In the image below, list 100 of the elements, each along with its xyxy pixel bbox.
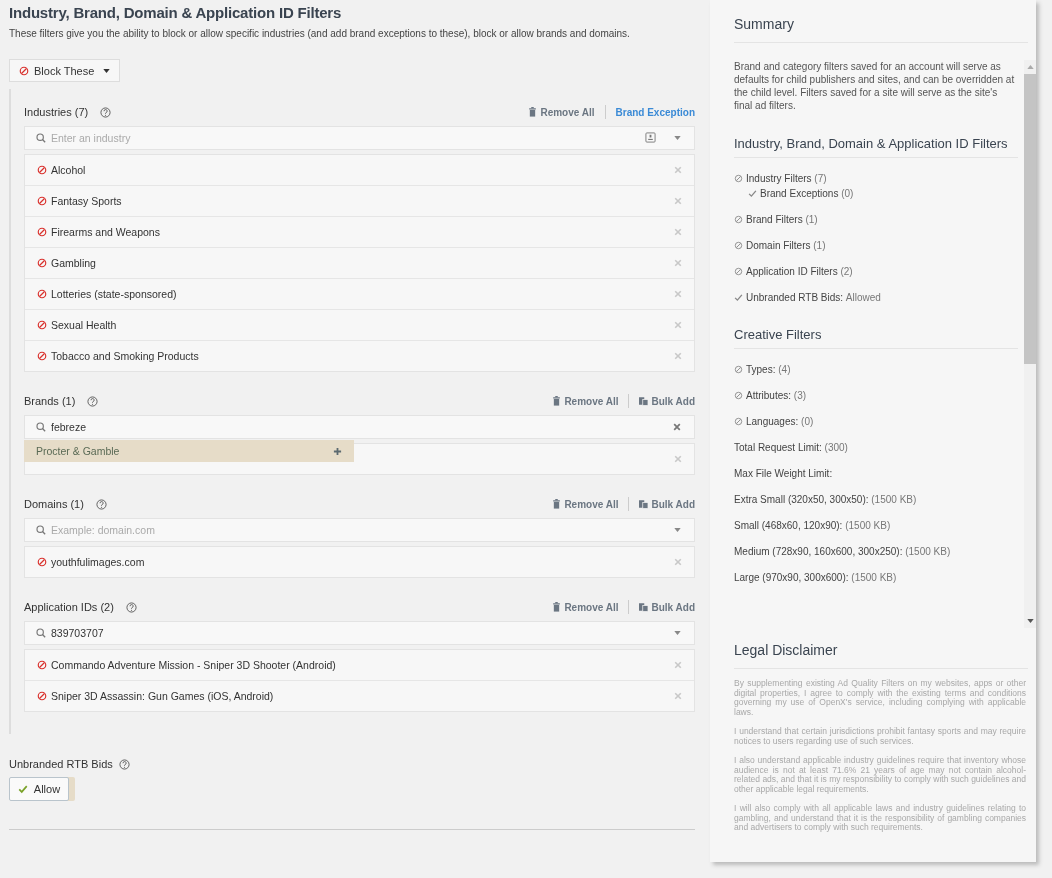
summary-item: Brand Exceptions (0): [760, 188, 854, 199]
scroll-up-icon[interactable]: [1026, 65, 1034, 69]
filter-item: Alcohol: [51, 164, 86, 176]
filter-item: Sniper 3D Assassin: Gun Games (iOS, Android): [51, 690, 274, 702]
search-field[interactable]: 839703707: [24, 621, 695, 645]
help-icon[interactable]: [95, 498, 107, 510]
search-icon: [36, 133, 46, 143]
block-icon: [19, 65, 29, 76]
bulk-add-button[interactable]: Bulk Add: [639, 601, 695, 613]
remove-all-button[interactable]: Remove All: [528, 106, 595, 118]
filter-item: Sexual Health: [51, 319, 117, 331]
block-icon: [37, 660, 47, 670]
remove-icon[interactable]: [674, 352, 682, 360]
search-field[interactable]: Example: domain.com: [24, 518, 695, 542]
remove-icon[interactable]: [674, 692, 682, 700]
panel-heading: Legal Disclaimer: [734, 628, 1028, 669]
help-icon[interactable]: [87, 395, 99, 407]
help-icon[interactable]: [118, 758, 130, 770]
section-label: Application IDs (2): [24, 601, 114, 613]
section-label: Unbranded RTB Bids: [9, 758, 113, 770]
search-field[interactable]: febreze: [24, 415, 695, 439]
block-icon: [734, 174, 743, 183]
section-label: Brands (1): [24, 395, 76, 407]
scrollbar[interactable]: [1024, 60, 1036, 628]
scroll-down-icon[interactable]: [1026, 619, 1034, 623]
filter-item: youthfulimages.com: [51, 556, 145, 568]
list-icon[interactable]: [645, 132, 656, 143]
remove-icon[interactable]: [674, 455, 682, 463]
filter-item: Tobacco and Smoking Products: [51, 350, 199, 362]
remove-all-button[interactable]: Remove All: [552, 601, 619, 613]
section-label: Industries (7): [24, 106, 89, 118]
summary-item: Application ID Filters (2): [746, 266, 853, 277]
search-icon: [36, 422, 46, 432]
remove-icon[interactable]: [674, 228, 682, 236]
trash-icon: [552, 602, 562, 612]
summary-item: Medium (728x90, 160x600, 300x250): (1500 KB): [734, 546, 951, 557]
summary-item: Brand Filters (1): [746, 214, 818, 225]
mode-dropdown[interactable]: Block These: [9, 59, 121, 82]
block-icon: [734, 391, 743, 400]
summary-item: Domain Filters (1): [746, 240, 826, 251]
caret-icon[interactable]: [674, 528, 681, 532]
search-icon: [36, 525, 46, 535]
trash-icon: [528, 107, 538, 117]
remove-icon[interactable]: [674, 259, 682, 267]
summary-item: Languages: (0): [746, 416, 814, 427]
filter-item: Fantasy Sports: [51, 195, 122, 207]
remove-icon[interactable]: [674, 661, 682, 669]
remove-all-button[interactable]: Remove All: [552, 498, 619, 510]
page-description: These filters give you the ability to block or allow specific industries (and add brand exceptions to these), block or allow brands and domains.: [9, 28, 631, 39]
check-icon: [748, 189, 757, 198]
check-icon: [17, 784, 28, 794]
block-icon: [37, 227, 47, 237]
summary-item: Unbranded RTB Bids: Allowed: [746, 292, 881, 303]
caret-icon[interactable]: [674, 631, 681, 635]
trash-icon: [552, 499, 562, 509]
scrollbar-thumb[interactable]: [1024, 74, 1036, 364]
filter-item: Firearms and Weapons: [51, 226, 160, 238]
filter-item: Lotteries (state-sponsored): [51, 288, 177, 300]
help-icon[interactable]: [100, 106, 112, 118]
summary-item: Max File Weight Limit:: [734, 468, 833, 479]
suggestion-option[interactable]: Procter & Gamble: [24, 440, 354, 462]
block-icon: [37, 165, 47, 175]
help-icon[interactable]: [125, 601, 137, 613]
bulk-add-button[interactable]: Bulk Add: [639, 498, 695, 510]
plus-icon: [333, 446, 342, 456]
block-icon: [37, 289, 47, 299]
block-icon: [734, 417, 743, 426]
search-icon: [36, 628, 46, 638]
block-icon: [37, 196, 47, 206]
summary-group-title: Creative Filters: [734, 327, 1018, 349]
summary-item: Large (970x90, 300x600): (1500 KB): [734, 572, 897, 583]
brand-exception-link[interactable]: Brand Exception: [615, 106, 695, 118]
block-icon: [37, 557, 47, 567]
remove-icon[interactable]: [674, 558, 682, 566]
paste-icon: [639, 499, 649, 509]
clear-icon[interactable]: [673, 423, 681, 431]
summary-item: Types: (4): [746, 364, 791, 375]
block-icon: [37, 691, 47, 701]
block-icon: [37, 258, 47, 268]
section-label: Domains (1): [24, 498, 84, 510]
caret-icon: [103, 68, 111, 73]
remove-all-button[interactable]: Remove All: [552, 395, 619, 407]
remove-icon[interactable]: [674, 321, 682, 329]
search-field[interactable]: Enter an industry: [24, 126, 695, 150]
paste-icon: [639, 396, 649, 406]
block-icon: [37, 320, 47, 330]
check-icon: [734, 293, 743, 302]
caret-icon[interactable]: [674, 136, 681, 140]
remove-icon[interactable]: [674, 197, 682, 205]
filter-item: Gambling: [51, 257, 96, 269]
summary-intro: Brand and category filters saved for an account will serve as defaults for child publishers and sites, and can be overridden at the child level. Filters saved for a site will serve as the site's final ad filters.: [734, 60, 1016, 112]
trash-icon: [552, 396, 562, 406]
filter-item: Commando Adventure Mission - Sniper 3D Shooter (Android): [51, 659, 336, 671]
summary-item: Attributes: (3): [746, 390, 807, 401]
remove-icon[interactable]: [674, 290, 682, 298]
summary-item: Total Request Limit: (300): [734, 442, 848, 453]
remove-icon[interactable]: [674, 166, 682, 174]
summary-item: Industry Filters (7): [746, 173, 827, 184]
bulk-add-button[interactable]: Bulk Add: [639, 395, 695, 407]
summary-item: Small (468x60, 120x90): (1500 KB): [734, 520, 891, 531]
